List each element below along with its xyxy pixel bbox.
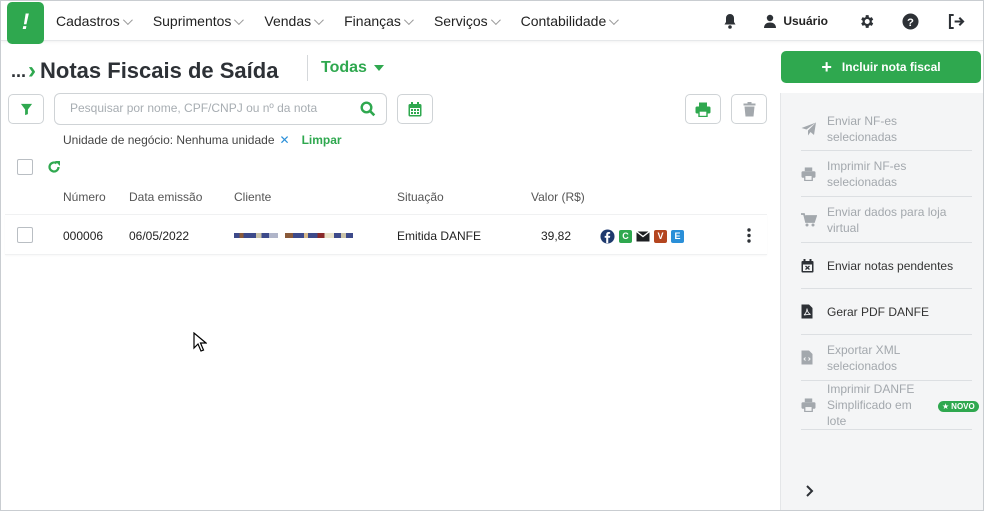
add-invoice-button[interactable]: + Incluir nota fiscal — [781, 51, 981, 83]
star-icon: ★ — [942, 402, 950, 411]
status-filter-dropdown[interactable]: Todas — [321, 59, 384, 77]
user-icon — [764, 14, 777, 28]
active-filters: Unidade de negócio: Nenhuma unidade ✕ Li… — [63, 133, 342, 147]
menu-contabilidade[interactable]: Contabilidade — [521, 13, 620, 29]
action-export-xml[interactable]: Exportar XML selecionados — [801, 335, 972, 381]
chevron-down-icon — [490, 14, 501, 25]
calendar-icon — [408, 101, 422, 116]
help-icon[interactable]: ? — [902, 12, 919, 30]
row-more-menu-icon[interactable] — [747, 228, 751, 246]
logout-icon[interactable] — [948, 13, 965, 29]
calendar-x-icon — [801, 258, 827, 273]
date-filter-button[interactable] — [397, 94, 433, 124]
cell-data: 06/05/2022 — [129, 229, 190, 243]
trash-icon — [743, 101, 755, 116]
app-window: ! Cadastros Suprimentos Vendas Finanças … — [0, 0, 984, 511]
new-badge: ★ NOVO — [938, 401, 979, 412]
cart-icon — [801, 212, 827, 227]
printer-icon — [695, 102, 711, 117]
add-invoice-label: Incluir nota fiscal — [841, 60, 941, 74]
pdf-icon — [801, 304, 827, 319]
delete-button[interactable] — [731, 94, 767, 124]
action-send-nfes[interactable]: Enviar NF-es selecionadas — [801, 107, 972, 151]
row-status-icons: C V E — [600, 229, 688, 244]
action-print-nfes-label: Imprimir NF-es selecionadas — [827, 158, 907, 189]
gear-icon[interactable] — [858, 13, 875, 30]
chevron-down-icon — [314, 14, 324, 25]
chevron-down-icon — [609, 14, 620, 25]
clear-filters-link[interactable]: Limpar — [302, 133, 342, 147]
top-navbar: ! Cadastros Suprimentos Vendas Finanças … — [1, 1, 983, 44]
funnel-icon — [20, 103, 32, 115]
column-header-valor[interactable]: Valor (R$) — [531, 190, 585, 204]
cell-situacao: Emitida DANFE — [397, 229, 482, 243]
caret-down-icon — [373, 65, 384, 71]
badge-c[interactable]: C — [619, 230, 632, 243]
chevron-down-icon — [403, 14, 414, 25]
row-checkbox[interactable] — [17, 227, 33, 243]
refresh-icon[interactable] — [47, 160, 61, 177]
chevron-right-icon[interactable] — [805, 485, 814, 500]
page-title: Notas Fiscais de Saída — [40, 58, 279, 83]
action-send-pending[interactable]: Enviar notas pendentes — [801, 243, 972, 289]
send-icon — [801, 122, 827, 136]
new-badge-label: NOVO — [951, 402, 975, 411]
column-header-cliente[interactable]: Cliente — [234, 190, 271, 204]
action-send-store-label: Enviar dados para loja virtual — [827, 204, 947, 235]
menu-vendas[interactable]: Vendas — [264, 13, 324, 29]
column-header-situacao[interactable]: Situação — [397, 190, 444, 204]
action-print-simplified-label: Imprimir DANFE Simplificado em lote — [827, 382, 915, 428]
badge-e[interactable]: E — [671, 230, 684, 243]
breadcrumb-back[interactable]: ... — [11, 61, 26, 82]
chevron-right-icon: › — [28, 57, 37, 84]
filter-button[interactable] — [8, 94, 44, 124]
menu-servicos[interactable]: Serviços — [434, 13, 501, 29]
select-all-checkbox[interactable] — [17, 159, 33, 175]
printer-icon — [801, 166, 827, 181]
cell-valor: 39,82 — [541, 229, 572, 243]
action-print-nfes[interactable]: Imprimir NF-es selecionadas — [801, 151, 972, 197]
menu-suprimentos[interactable]: Suprimentos — [153, 13, 245, 29]
menu-cadastros[interactable]: Cadastros — [56, 13, 133, 29]
page-title-area: ... › Notas Fiscais de Saída — [11, 57, 278, 85]
cell-numero: 000006 — [63, 229, 104, 243]
svg-text:?: ? — [907, 16, 914, 28]
search-input[interactable] — [70, 101, 350, 115]
envelope-icon[interactable] — [636, 231, 650, 242]
facebook-icon[interactable] — [600, 229, 615, 244]
action-generate-pdf-label: Gerar PDF DANFE — [827, 304, 930, 319]
badge-v[interactable]: V — [654, 230, 667, 243]
print-button[interactable] — [685, 94, 721, 124]
table-row[interactable]: 000006 06/05/2022 Emitida DANFE 39,82 C … — [5, 214, 767, 255]
xml-file-icon — [801, 350, 827, 365]
column-header-data[interactable]: Data emissão — [129, 190, 202, 204]
column-header-numero[interactable]: Número — [63, 190, 106, 204]
bell-icon[interactable] — [723, 13, 737, 29]
search-icon[interactable] — [360, 101, 376, 120]
search-box — [54, 93, 387, 125]
user-menu[interactable]: Usuário — [763, 14, 846, 28]
active-filter-label: Unidade de negócio: Nenhuma unidade — [63, 133, 275, 147]
top-icons: Usuário ? — [723, 1, 983, 41]
action-send-nfes-label: Enviar NF-es selecionadas — [827, 113, 898, 144]
status-filter-label: Todas — [321, 59, 367, 76]
app-logo[interactable]: ! — [7, 2, 44, 44]
printer-icon — [801, 398, 827, 412]
title-divider — [307, 55, 308, 81]
plus-icon: + — [821, 57, 832, 77]
action-export-xml-label: Exportar XML selecionados — [827, 342, 900, 373]
chevron-down-icon — [234, 14, 245, 25]
action-generate-pdf[interactable]: Gerar PDF DANFE — [801, 289, 972, 335]
user-label: Usuário — [783, 14, 828, 28]
action-send-pending-label: Enviar notas pendentes — [827, 258, 954, 273]
menu-financas[interactable]: Finanças — [344, 13, 414, 29]
action-send-store[interactable]: Enviar dados para loja virtual — [801, 197, 972, 243]
mouse-cursor-icon — [193, 332, 207, 352]
chevron-down-icon — [122, 14, 133, 25]
actions-panel: Enviar NF-es selecionadas Imprimir NF-es… — [780, 93, 983, 510]
main-menu: Cadastros Suprimentos Vendas Finanças Se… — [56, 1, 639, 41]
remove-filter-icon[interactable]: ✕ — [280, 133, 290, 147]
